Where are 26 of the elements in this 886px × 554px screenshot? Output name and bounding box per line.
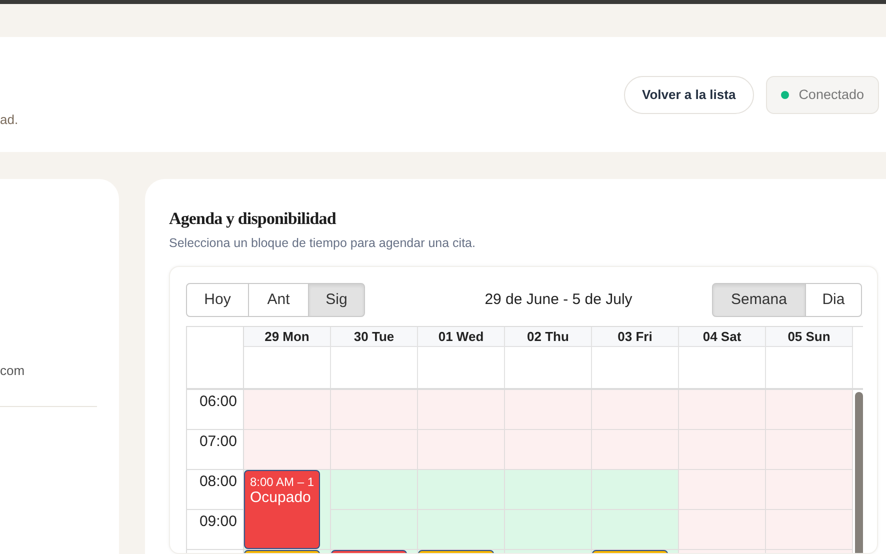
nav-button[interactable]: Hoy bbox=[186, 283, 249, 317]
view-tab[interactable]: Semana bbox=[712, 283, 806, 317]
date-range-label: 29 de June - 5 de July bbox=[484, 290, 632, 310]
status-label: Conectado bbox=[798, 86, 864, 104]
scrollbar-thumb[interactable] bbox=[855, 392, 863, 553]
nav-button[interactable]: Ant bbox=[248, 283, 309, 317]
day-header: 05 Sun bbox=[766, 327, 853, 347]
day-header: 02 Thu bbox=[505, 327, 592, 347]
day-header: 01 Wed bbox=[418, 327, 505, 347]
day-header: 29 Mon bbox=[244, 327, 331, 347]
time-label: 06:00 bbox=[199, 393, 237, 410]
time-label: 09:00 bbox=[199, 513, 237, 530]
day-header: 03 Fri bbox=[592, 327, 679, 347]
subtitle-text: ad. bbox=[0, 113, 18, 126]
back-button[interactable]: Volver a la lista bbox=[624, 76, 754, 114]
email-text: com bbox=[0, 364, 25, 377]
agenda-title: Agenda y disponibilidad bbox=[169, 208, 336, 230]
day-header: 04 Sat bbox=[679, 327, 766, 347]
view-tab[interactable]: Dia bbox=[804, 283, 862, 317]
day-header: 30 Tue bbox=[331, 327, 418, 347]
time-label: 07:00 bbox=[199, 433, 237, 450]
agenda-subtitle: Selecciona un bloque de tiempo para agendar una cita. bbox=[169, 235, 476, 252]
time-label: 08:00 bbox=[199, 473, 237, 490]
event-title: Ocupado bbox=[250, 489, 312, 506]
event-time: 8:00 AM – 1 bbox=[250, 475, 314, 489]
nav-button[interactable]: Sig bbox=[308, 283, 365, 317]
